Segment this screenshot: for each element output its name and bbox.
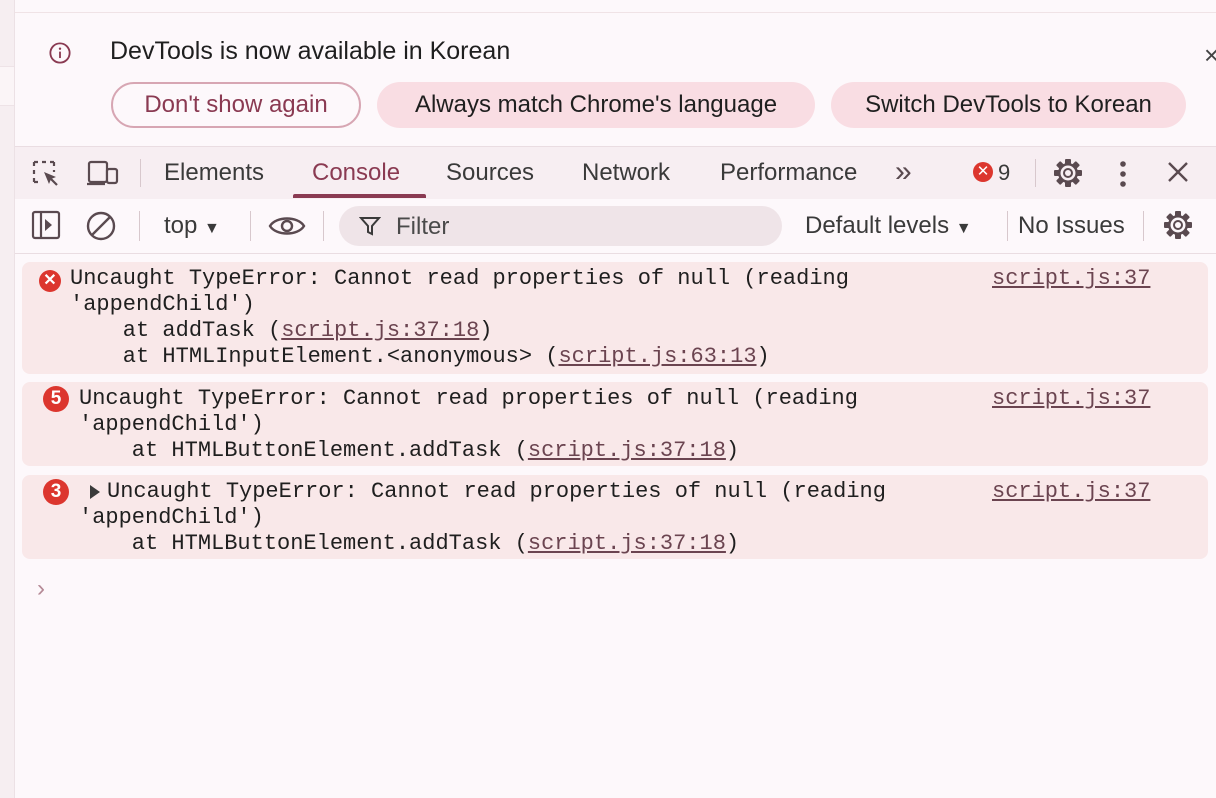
chevron-down-icon: ▼: [955, 220, 972, 237]
console-error-message[interactable]: ✕ Uncaught TypeError: Cannot read proper…: [22, 262, 1208, 374]
live-expression-eye-icon[interactable]: [268, 213, 306, 239]
toolbar-separator: [139, 211, 140, 241]
console-error-message[interactable]: 5 Uncaught TypeError: Cannot read proper…: [22, 382, 1208, 466]
console-settings-gear-icon[interactable]: [1162, 209, 1194, 241]
info-icon: [49, 42, 71, 64]
source-link[interactable]: script.js:37: [992, 386, 1150, 411]
toolbar-separator: [1143, 211, 1144, 241]
stack-frame-text: ): [479, 318, 493, 343]
toolbar-separator: [1007, 211, 1008, 241]
device-toolbar-icon[interactable]: [86, 159, 120, 189]
stack-frame-text: ): [725, 531, 740, 556]
top-edge: [0, 0, 1216, 13]
infobar-title: DevTools is now available in Korean: [110, 37, 511, 65]
repeat-count-badge: 3: [43, 479, 69, 505]
dont-show-again-button[interactable]: Don't show again: [111, 82, 361, 128]
toolbar-separator: [140, 159, 141, 187]
always-match-language-button[interactable]: Always match Chrome's language: [377, 82, 815, 128]
expand-triangle-icon[interactable]: [90, 485, 100, 499]
stack-frame-text: at addTask (: [70, 318, 282, 343]
tab-elements[interactable]: Elements: [164, 159, 264, 187]
active-tab-indicator: [293, 194, 426, 198]
console-prompt-icon[interactable]: ›: [37, 575, 45, 603]
settings-gear-icon[interactable]: [1052, 157, 1084, 189]
stack-frame: at addTask (script.js:37:18): [70, 318, 493, 343]
context-label: top: [164, 212, 198, 239]
console-toolbar: top ▼ Default levels ▼ No Issues: [15, 199, 1216, 254]
console-error-message[interactable]: 3 Uncaught TypeError: Cannot read proper…: [22, 475, 1208, 559]
error-text-line1: Uncaught TypeError: Cannot read properti…: [79, 386, 858, 411]
chevron-down-icon: ▼: [204, 220, 220, 237]
devtools-main-toolbar: Elements Console Sources Network Perform…: [15, 146, 1216, 200]
log-levels-dropdown[interactable]: Default levels ▼: [805, 212, 972, 240]
stack-frame-text: ): [756, 344, 770, 369]
stack-frame-link[interactable]: script.js:37:18: [528, 438, 726, 463]
switch-to-korean-button[interactable]: Switch DevTools to Korean: [831, 82, 1186, 128]
stack-frame-text: at HTMLButtonElement.addTask (: [79, 438, 528, 463]
error-text-line2: 'appendChild'): [79, 412, 264, 437]
error-count[interactable]: 9: [998, 160, 1010, 186]
error-text-line2: 'appendChild'): [79, 505, 264, 530]
issues-counter[interactable]: No Issues: [1018, 212, 1125, 240]
repeat-count-badge: 5: [43, 386, 69, 412]
infobar-close-icon[interactable]: ×: [1204, 40, 1216, 71]
stack-frame: at HTMLButtonElement.addTask (script.js:…: [79, 531, 739, 556]
tab-network[interactable]: Network: [582, 159, 670, 187]
log-levels-label: Default levels: [805, 212, 950, 239]
more-options-icon[interactable]: [1115, 159, 1131, 189]
error-text-line1: Uncaught TypeError: Cannot read properti…: [107, 479, 886, 504]
stack-frame-text: at HTMLButtonElement.addTask (: [79, 531, 528, 556]
show-sidebar-icon[interactable]: [30, 210, 62, 240]
tab-sources[interactable]: Sources: [446, 159, 534, 187]
inspect-element-icon[interactable]: [31, 159, 61, 189]
filter-input[interactable]: [394, 210, 768, 244]
source-link[interactable]: script.js:37: [992, 479, 1150, 504]
toolbar-separator: [250, 211, 251, 241]
source-link[interactable]: script.js:37: [992, 266, 1150, 291]
language-infobar: DevTools is now available in Korean × Do…: [15, 13, 1216, 145]
stack-frame-text: ): [725, 438, 740, 463]
stack-frame-link[interactable]: script.js:37:18: [528, 531, 726, 556]
filter-field[interactable]: [339, 206, 782, 246]
stack-frame: at HTMLInputElement.<anonymous> (script.…: [70, 344, 770, 369]
more-tabs-icon[interactable]: »: [895, 155, 912, 189]
toolbar-separator: [323, 211, 324, 241]
toolbar-separator: [1035, 159, 1036, 187]
close-devtools-icon[interactable]: [1165, 159, 1191, 185]
left-strip-notch: [0, 66, 14, 106]
tab-performance[interactable]: Performance: [720, 159, 857, 187]
error-text-line2: 'appendChild'): [70, 292, 255, 317]
stack-frame-link[interactable]: script.js:63:13: [558, 344, 756, 369]
left-page-strip: [0, 0, 15, 798]
error-count-icon[interactable]: ✕: [973, 162, 993, 182]
error-text-line1: Uncaught TypeError: Cannot read properti…: [70, 266, 849, 291]
stack-frame: at HTMLButtonElement.addTask (script.js:…: [79, 438, 739, 463]
clear-console-icon[interactable]: [85, 210, 117, 242]
tab-console[interactable]: Console: [312, 159, 400, 187]
context-selector[interactable]: top ▼: [164, 212, 220, 240]
stack-frame-text: at HTMLInputElement.<anonymous> (: [70, 344, 559, 369]
filter-funnel-icon: [359, 217, 381, 236]
error-icon: ✕: [39, 270, 61, 292]
stack-frame-link[interactable]: script.js:37:18: [281, 318, 479, 343]
